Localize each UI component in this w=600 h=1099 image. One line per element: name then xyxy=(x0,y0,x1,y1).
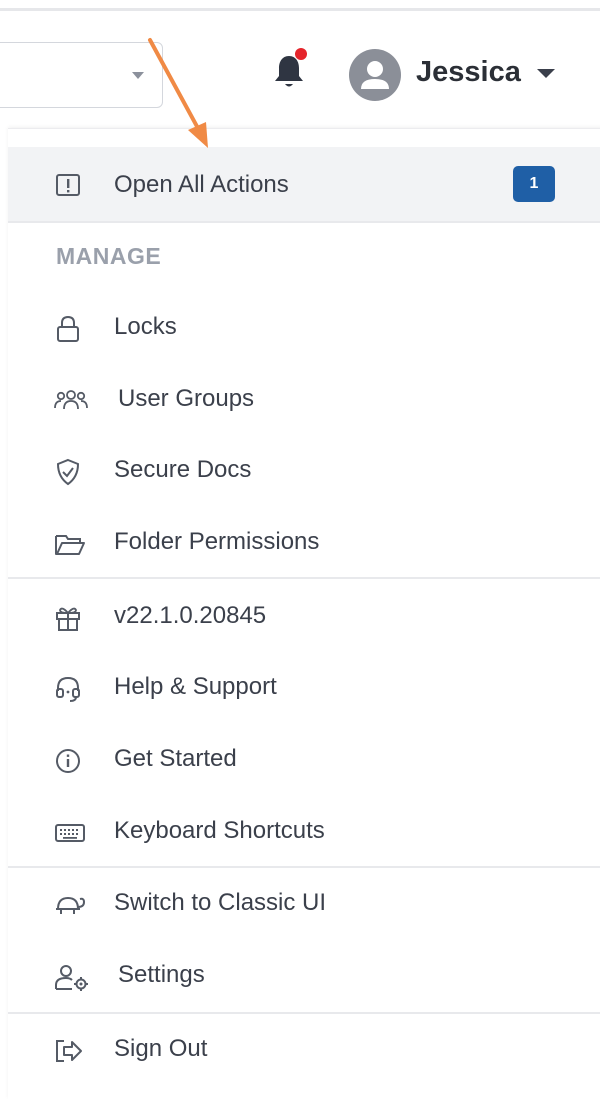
lock-icon xyxy=(54,315,82,343)
menu-item-settings[interactable]: Settings xyxy=(8,947,600,1007)
menu-item-label: Settings xyxy=(118,961,205,988)
top-border xyxy=(0,8,600,11)
user-dropdown-menu: Open All Actions 1 MANAGE Locks User Gro… xyxy=(8,128,600,1099)
notification-dot xyxy=(295,48,307,60)
menu-item-label: Sign Out xyxy=(114,1035,208,1062)
divider xyxy=(8,1012,600,1014)
user-gear-icon xyxy=(54,963,88,991)
menu-item-switch-classic-ui[interactable]: Switch to Classic UI xyxy=(8,875,600,935)
avatar[interactable] xyxy=(349,49,401,101)
user-icon xyxy=(361,61,389,89)
divider xyxy=(8,577,600,579)
menu-item-label: Help & Support xyxy=(114,673,277,700)
user-menu-caret-icon[interactable] xyxy=(537,69,555,78)
turtle-icon xyxy=(54,891,86,919)
users-icon xyxy=(54,387,88,415)
user-name[interactable]: Jessica xyxy=(416,56,521,89)
menu-item-folder-permissions[interactable]: Folder Permissions xyxy=(8,514,600,574)
keyboard-icon xyxy=(54,819,85,847)
project-select[interactable] xyxy=(0,42,163,108)
menu-item-version[interactable]: v22.1.0.20845 xyxy=(8,588,600,648)
menu-item-label: v22.1.0.20845 xyxy=(114,602,267,629)
section-title-manage: MANAGE xyxy=(56,243,162,269)
sign-out-icon xyxy=(54,1037,82,1065)
menu-item-secure-docs[interactable]: Secure Docs xyxy=(8,442,600,502)
menu-item-user-groups[interactable]: User Groups xyxy=(8,371,600,431)
menu-item-label: Locks xyxy=(114,313,177,340)
actions-count-badge: 1 xyxy=(513,166,555,202)
menu-item-label: Get Started xyxy=(114,745,237,772)
menu-item-label: Keyboard Shortcuts xyxy=(114,817,325,844)
menu-item-label: Folder Permissions xyxy=(114,528,320,555)
alert-square-icon xyxy=(54,171,82,199)
headset-icon xyxy=(54,675,82,703)
menu-item-label: Switch to Classic UI xyxy=(114,889,327,916)
menu-item-label: User Groups xyxy=(118,385,255,412)
chevron-down-icon xyxy=(132,72,144,79)
menu-item-label: Secure Docs xyxy=(114,456,252,483)
divider xyxy=(8,866,600,868)
menu-item-locks[interactable]: Locks xyxy=(8,299,600,359)
folder-open-icon xyxy=(54,530,85,558)
shield-check-icon xyxy=(54,458,82,486)
info-circle-icon xyxy=(54,747,82,775)
divider xyxy=(8,221,600,223)
menu-item-sign-out[interactable]: Sign Out xyxy=(8,1021,600,1081)
menu-item-open-all-actions[interactable]: Open All Actions 1 xyxy=(8,147,600,221)
menu-item-keyboard-shortcuts[interactable]: Keyboard Shortcuts xyxy=(8,803,600,863)
menu-item-label: Open All Actions xyxy=(114,171,289,198)
menu-item-help-support[interactable]: Help & Support xyxy=(8,659,600,719)
gift-icon xyxy=(54,604,82,632)
menu-item-get-started[interactable]: Get Started xyxy=(8,731,600,791)
